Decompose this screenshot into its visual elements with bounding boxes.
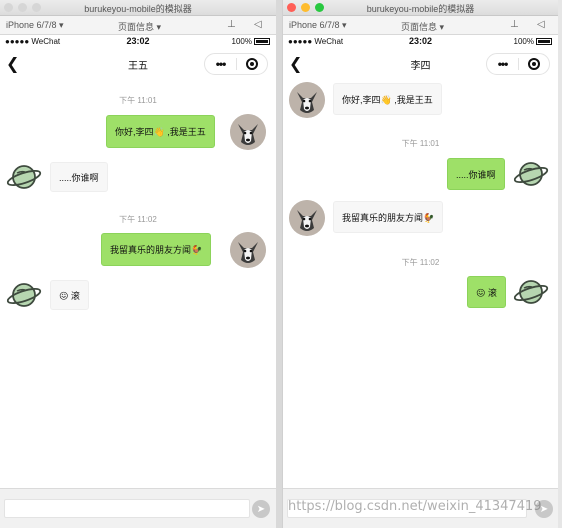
message-bubble-self[interactable]: .....你谁啊: [447, 158, 505, 190]
menu-capsule: •••: [486, 53, 550, 75]
page-info-select[interactable]: 页面信息 ▾: [401, 20, 444, 33]
chat-navbar: ❮ 王五 •••: [0, 48, 276, 80]
message-bubble-other[interactable]: 我留真乐的朋友方闻🐓: [333, 201, 444, 233]
window-titlebar: burukeyou-mobile的模拟器: [0, 0, 276, 16]
dog-avatar[interactable]: [289, 200, 325, 236]
battery-icon: [536, 38, 552, 45]
battery-percent: 100%: [231, 37, 252, 46]
planet-avatar[interactable]: [6, 277, 42, 313]
planet-avatar[interactable]: [6, 159, 42, 195]
simulator-toolbar: iPhone 6/7/8 ▾ 页面信息 ▾ ⊥ ◁: [0, 16, 276, 35]
close-miniprogram-icon[interactable]: [519, 58, 549, 70]
device-select[interactable]: iPhone 6/7/8 ▾: [289, 20, 347, 31]
close-miniprogram-icon[interactable]: [237, 58, 267, 70]
chat-list[interactable]: 下午 11:01 你好,李四👋 ,我是王五 .....你谁啊 下午 11:02 …: [0, 80, 276, 460]
window-title: burukeyou-mobile的模拟器: [84, 4, 192, 14]
dog-avatar[interactable]: [289, 82, 325, 118]
simulator-window-right: burukeyou-mobile的模拟器 iPhone 6/7/8 ▾ 页面信息…: [282, 0, 558, 528]
window-title: burukeyou-mobile的模拟器: [366, 4, 475, 14]
simulator-toolbar: iPhone 6/7/8 ▾ 页面信息 ▾ ⊥ ◁: [283, 16, 558, 35]
device-select[interactable]: iPhone 6/7/8 ▾: [6, 20, 64, 31]
pin-icon[interactable]: ⊥: [227, 19, 236, 30]
speaker-icon[interactable]: ◁: [254, 19, 262, 30]
input-bar: ➤: [0, 488, 276, 528]
message-bubble-other[interactable]: .....你谁啊: [50, 162, 108, 192]
dog-avatar[interactable]: [230, 114, 266, 150]
page-info-select[interactable]: 页面信息 ▾: [118, 20, 161, 33]
message-bubble-other[interactable]: 😖 滚: [50, 280, 89, 310]
battery-indicator: 100%: [232, 37, 270, 46]
menu-capsule: •••: [204, 53, 268, 75]
message-bubble-self[interactable]: 我留真乐的朋友方闻🐓: [101, 233, 212, 266]
timestamp: 下午 11:02: [401, 258, 440, 267]
pin-icon[interactable]: ⊥: [510, 19, 519, 30]
battery-percent: 100%: [513, 37, 534, 46]
more-icon[interactable]: •••: [205, 57, 236, 71]
message-input[interactable]: [4, 499, 250, 518]
message-bubble-self[interactable]: 😖 滚: [467, 276, 506, 308]
more-icon[interactable]: •••: [487, 57, 518, 71]
watermark-text: https://blog.csdn.net/weixin_41347419: [288, 499, 542, 514]
planet-avatar[interactable]: [513, 156, 549, 192]
message-bubble-other[interactable]: 你好,李四👋 ,我是王五: [333, 83, 442, 115]
chat-list[interactable]: 你好,李四👋 ,我是王五 下午 11:01 .....你谁啊 我留真乐的朋友方闻…: [283, 80, 558, 460]
message-bubble-self[interactable]: 你好,李四👋 ,我是王五: [106, 115, 215, 148]
timestamp: 下午 11:01: [401, 139, 440, 148]
window-titlebar: burukeyou-mobile的模拟器: [283, 0, 558, 16]
timestamp: 下午 11:02: [119, 215, 157, 224]
phone-statusbar: ●●●●● WeChat 23:02 100%: [283, 35, 558, 48]
planet-avatar[interactable]: [513, 274, 549, 310]
battery-icon: [254, 38, 270, 45]
dog-avatar[interactable]: [230, 232, 266, 268]
chat-navbar: ❮ 李四 •••: [283, 48, 558, 80]
send-icon[interactable]: ➤: [252, 500, 270, 518]
phone-statusbar: ●●●●● WeChat 23:02 100%: [0, 35, 276, 48]
timestamp: 下午 11:01: [119, 96, 157, 105]
battery-indicator: 100%: [514, 37, 552, 46]
speaker-icon[interactable]: ◁: [537, 19, 545, 30]
simulator-window-left: burukeyou-mobile的模拟器 iPhone 6/7/8 ▾ 页面信息…: [0, 0, 276, 528]
